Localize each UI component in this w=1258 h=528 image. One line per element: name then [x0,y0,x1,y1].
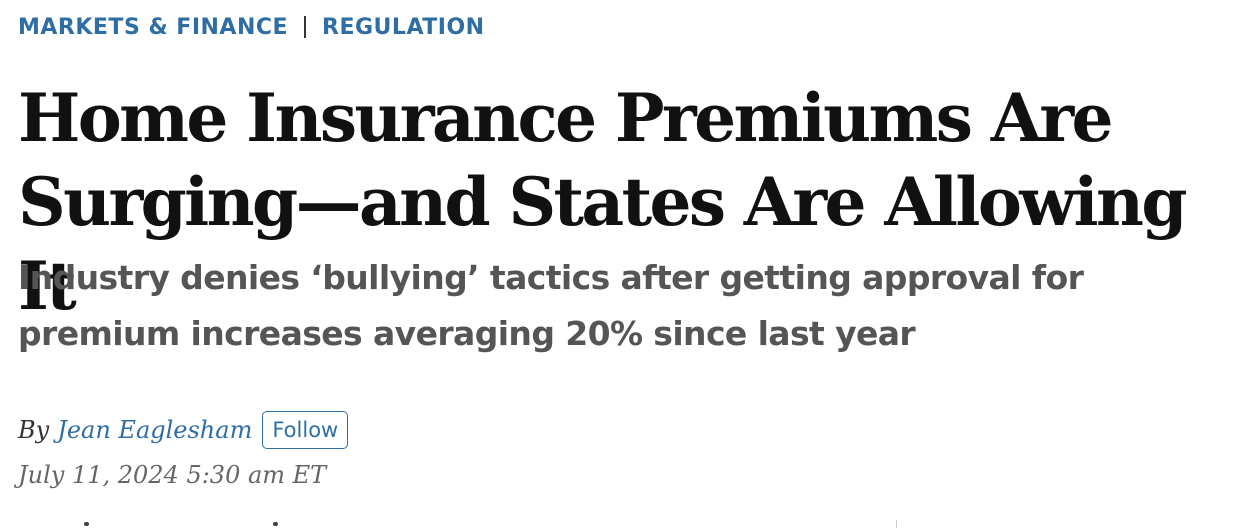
clipped-glyph-fragment [84,522,89,526]
divider-fragment [896,520,897,528]
clipped-content-edge [0,518,1258,528]
follow-author-button[interactable]: Follow [262,411,349,449]
publish-timestamp: July 11, 2024 5:30 am ET [18,461,327,489]
section-breadcrumb: MARKETS & FINANCE REGULATION [18,12,485,42]
breadcrumb-divider [304,16,307,38]
byline-prefix: By [18,416,50,444]
byline: By Jean Eaglesham Follow [18,408,349,452]
section-link-regulation[interactable]: REGULATION [322,15,485,40]
section-link-markets-finance[interactable]: MARKETS & FINANCE [18,15,288,40]
clipped-glyph-fragment [273,522,278,526]
article-subheadline: Industry denies ‘bullying’ tactics after… [18,258,1084,353]
author-link[interactable]: Jean Eaglesham [57,416,252,444]
article-header: MARKETS & FINANCE REGULATION Home Insura… [0,0,1258,528]
